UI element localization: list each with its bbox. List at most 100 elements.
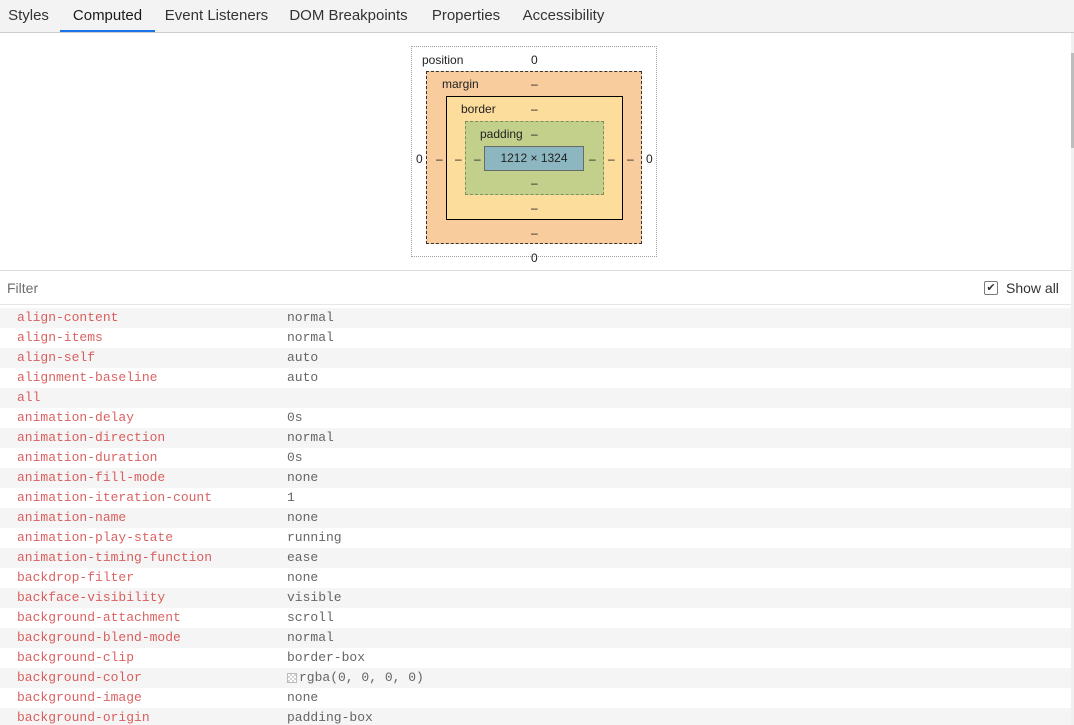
padding-right-value[interactable]: – — [589, 152, 596, 166]
property-value: ease — [287, 548, 318, 568]
border-top-value[interactable]: – — [531, 102, 538, 116]
property-row[interactable]: background-color rgba(0, 0, 0, 0) — [0, 668, 1071, 688]
property-name: animation-delay — [17, 410, 135, 425]
property-row[interactable]: backface-visibility visible — [0, 588, 1071, 608]
show-all-label: Show all — [1006, 280, 1059, 296]
property-value-text: normal — [287, 310, 334, 325]
property-row[interactable]: all — [0, 388, 1071, 408]
show-all-toggle[interactable]: ✔ Show all — [984, 279, 1059, 297]
property-row[interactable]: animation-delay 0s — [0, 408, 1071, 428]
property-value-text: running — [287, 530, 342, 545]
filter-input[interactable] — [0, 271, 900, 304]
border-right-value[interactable]: – — [608, 152, 615, 166]
margin-left-value[interactable]: – — [436, 152, 443, 166]
property-row[interactable]: animation-direction normal — [0, 428, 1071, 448]
tab-computed[interactable]: Computed — [60, 0, 155, 32]
tab-properties[interactable]: Properties — [426, 0, 506, 32]
property-name: align-items — [17, 330, 103, 345]
property-value-text: auto — [287, 370, 319, 385]
property-name: background-image — [17, 690, 142, 705]
box-model-panel: 1212 × 1324 position 0 0 0 0 margin – – … — [0, 33, 1074, 271]
box-model-position-label: position — [422, 53, 464, 67]
property-value: normal — [287, 628, 334, 648]
property-value: border-box — [287, 648, 365, 668]
tab-event-listeners[interactable]: Event Listeners — [160, 0, 273, 32]
property-value-text: padding-box — [287, 710, 373, 725]
box-model-border-label: border — [461, 102, 496, 116]
property-name: backface-visibility — [17, 590, 166, 605]
border-left-value[interactable]: – — [455, 152, 462, 166]
property-value: 1 — [287, 488, 295, 508]
property-row[interactable]: background-attachment scroll — [0, 608, 1071, 628]
property-value-text: scroll — [287, 610, 334, 625]
property-value: none — [287, 508, 318, 528]
property-value-text: 0s — [287, 450, 303, 465]
property-name: align-content — [17, 310, 119, 325]
property-name: background-clip — [17, 650, 135, 665]
position-left-value[interactable]: 0 — [416, 152, 423, 166]
property-value-text: none — [287, 570, 319, 585]
sidebar-tab-bar: Styles Computed Event Listeners DOM Brea… — [0, 0, 1074, 33]
property-row[interactable]: background-clip border-box — [0, 648, 1071, 668]
padding-bottom-value[interactable]: – — [531, 176, 538, 190]
property-name: alignment-baseline — [17, 370, 158, 385]
property-name: background-color — [17, 670, 142, 685]
property-name: animation-duration — [17, 450, 158, 465]
property-value-text: ease — [287, 550, 319, 565]
tab-accessibility[interactable]: Accessibility — [518, 0, 609, 32]
property-value-text: none — [287, 510, 319, 525]
checkmark-icon: ✔ — [986, 281, 996, 294]
property-value-text: auto — [287, 350, 319, 365]
property-row[interactable]: background-image none — [0, 688, 1071, 708]
border-bottom-value[interactable]: – — [531, 201, 538, 215]
tab-styles[interactable]: Styles — [0, 0, 57, 32]
box-model-content-size[interactable]: 1212 × 1324 — [484, 146, 584, 171]
property-row[interactable]: align-self auto — [0, 348, 1071, 368]
property-value: auto — [287, 368, 318, 388]
property-value: rgba(0, 0, 0, 0) — [287, 668, 424, 688]
property-value: normal — [287, 328, 334, 348]
property-row[interactable]: alignment-baseline auto — [0, 368, 1071, 388]
box-model-padding-label: padding — [480, 127, 523, 141]
property-value: visible — [287, 588, 342, 608]
padding-top-value[interactable]: – — [531, 127, 538, 141]
property-row[interactable]: backdrop-filter none — [0, 568, 1071, 588]
property-row[interactable]: animation-fill-mode none — [0, 468, 1071, 488]
property-value: normal — [287, 308, 334, 328]
color-swatch-icon[interactable] — [287, 673, 297, 683]
property-value: auto — [287, 348, 318, 368]
property-row[interactable]: background-blend-mode normal — [0, 628, 1071, 648]
property-name: animation-direction — [17, 430, 166, 445]
position-right-value[interactable]: 0 — [646, 152, 653, 166]
property-value: running — [287, 528, 342, 548]
property-row[interactable]: align-items normal — [0, 328, 1071, 348]
property-row[interactable]: background-origin padding-box — [0, 708, 1071, 725]
property-name: background-blend-mode — [17, 630, 181, 645]
margin-bottom-value[interactable]: – — [531, 226, 538, 240]
position-top-value[interactable]: 0 — [531, 53, 538, 67]
property-row[interactable]: animation-duration 0s — [0, 448, 1071, 468]
property-name: animation-play-state — [17, 530, 174, 545]
property-value-text: visible — [287, 590, 342, 605]
property-row[interactable]: animation-play-state running — [0, 528, 1071, 548]
property-name: background-attachment — [17, 610, 181, 625]
property-value-text: none — [287, 470, 319, 485]
tab-dom-breakpoints[interactable]: DOM Breakpoints — [282, 0, 415, 32]
property-value: normal — [287, 428, 334, 448]
position-bottom-value[interactable]: 0 — [531, 251, 538, 265]
computed-properties-list: align-content normal align-items normal alig… — [0, 308, 1071, 725]
property-row[interactable]: animation-name none — [0, 508, 1071, 528]
property-value-text: none — [287, 690, 319, 705]
property-row[interactable]: align-content normal — [0, 308, 1071, 328]
property-row[interactable]: animation-iteration-count 1 — [0, 488, 1071, 508]
padding-left-value[interactable]: – — [474, 152, 481, 166]
property-value: 0s — [287, 408, 303, 428]
property-row[interactable]: animation-timing-function ease — [0, 548, 1071, 568]
property-name: background-origin — [17, 710, 150, 725]
margin-top-value[interactable]: – — [531, 77, 538, 91]
property-name: all — [17, 390, 41, 405]
property-name: backdrop-filter — [17, 570, 135, 585]
show-all-checkbox[interactable]: ✔ — [984, 281, 998, 295]
margin-right-value[interactable]: – — [627, 152, 634, 166]
property-value-text: 1 — [287, 490, 295, 505]
